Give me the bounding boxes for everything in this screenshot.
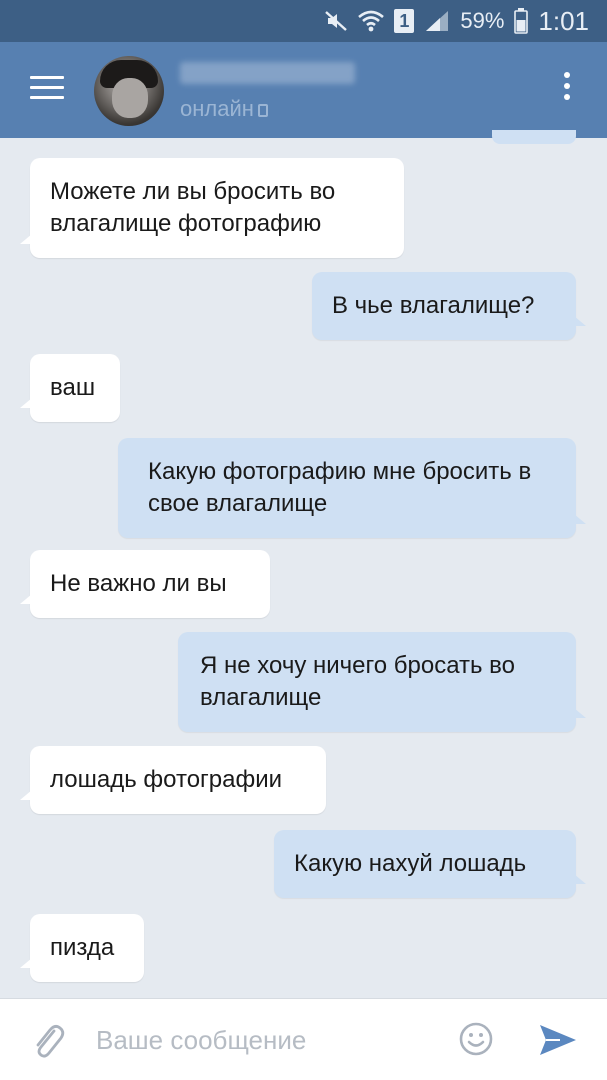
message-text: Я не хочу ничего бросать во влагалище (200, 652, 515, 711)
message-text: пизда (50, 934, 115, 961)
paperclip-icon[interactable] (30, 1021, 66, 1061)
contact-name-blurred[interactable] (180, 62, 355, 84)
battery-percent: 59% (460, 8, 505, 33)
clock: 1:01 (538, 5, 589, 36)
wifi-icon (358, 9, 385, 33)
message-text: Не важно ли вы (50, 570, 227, 597)
message-bubble-outgoing[interactable]: Какую фотографию мне бросить в свое влаг… (118, 438, 586, 538)
message-bubble-incoming[interactable]: Можете ли вы бросить во влагалище фотогр… (20, 158, 404, 258)
message-text: В чье влагалище? (332, 292, 535, 319)
more-icon[interactable] (563, 72, 571, 106)
message-bubble-incoming[interactable]: лошадь фотографии (20, 746, 326, 814)
send-icon[interactable] (538, 1023, 578, 1057)
avatar[interactable] (94, 56, 164, 126)
message-bubble-outgoing[interactable]: Я не хочу ничего бросать во влагалище (178, 632, 586, 732)
message-text: ваш (50, 374, 96, 401)
signal-icon (424, 9, 450, 33)
message-input[interactable] (96, 1017, 436, 1063)
message-text: Можете ли вы бросить во влагалище фотогр… (50, 178, 336, 237)
message-text: лошадь фотографии (50, 766, 283, 793)
message-composer (0, 998, 607, 1080)
battery-icon (514, 8, 529, 34)
message-bubble-incoming[interactable]: ваш (20, 354, 120, 422)
message-bubble-outgoing[interactable]: Какую нахуй лошадь (274, 830, 586, 898)
status-bar: 1 59% 1:01 (0, 0, 607, 42)
mobile-icon (257, 104, 268, 117)
message-bubble-outgoing[interactable]: В чье влагалище? (312, 272, 586, 340)
message-bubble-incoming[interactable]: пизда (20, 914, 144, 982)
mute-icon (324, 10, 348, 32)
emoji-icon[interactable] (458, 1021, 494, 1057)
contact-status: онлайн (180, 96, 268, 122)
chat-header: онлайн (0, 42, 607, 138)
contact-status-label: онлайн (180, 96, 254, 121)
menu-icon[interactable] (30, 76, 64, 102)
message-text: Какую нахуй лошадь (294, 850, 527, 877)
sim-indicator: 1 (394, 9, 415, 33)
message-bubble-partial (492, 130, 576, 144)
message-text: Какую фотографию мне бросить в свое влаг… (148, 458, 532, 517)
message-list: Можете ли вы бросить во влагалище фотогр… (0, 130, 607, 998)
message-bubble-incoming[interactable]: Не важно ли вы (20, 550, 270, 618)
